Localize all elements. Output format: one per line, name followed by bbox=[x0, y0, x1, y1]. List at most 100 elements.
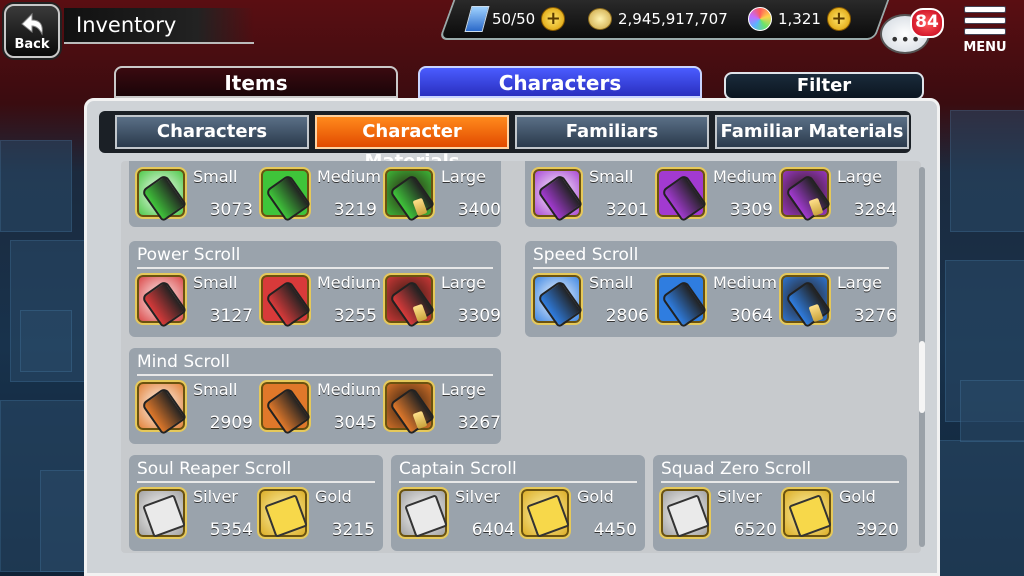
scroll-icon bbox=[135, 380, 188, 436]
material-group-green: Small 3073 Medium 3219 Large 3400 bbox=[129, 161, 501, 227]
item-quantity: 3309 bbox=[729, 200, 773, 220]
scroll-icon bbox=[135, 273, 188, 329]
scroll-icon bbox=[655, 167, 708, 223]
spirit-orb-icon bbox=[748, 7, 772, 31]
item-quantity: 3219 bbox=[333, 200, 377, 220]
scroll-icon bbox=[259, 273, 312, 329]
item-size-label: Large bbox=[441, 273, 487, 292]
scroll-icon bbox=[531, 167, 584, 223]
material-item[interactable]: Small 3201 bbox=[531, 167, 655, 227]
subtab-familiars[interactable]: Familiars bbox=[515, 115, 709, 149]
scrollbar-thumb[interactable] bbox=[919, 341, 925, 413]
stamina-resource: 50/50 + bbox=[464, 6, 566, 32]
item-size-label: Large bbox=[441, 167, 487, 186]
material-item[interactable]: Silver 5354 bbox=[135, 487, 259, 547]
scroll-icon bbox=[779, 167, 832, 223]
silver-scroll-icon bbox=[659, 487, 711, 539]
materials-list[interactable]: Small 3073 Medium 3219 Large 3400 Small 3201 Med… bbox=[121, 161, 921, 553]
material-item[interactable]: Small 3127 bbox=[135, 273, 259, 333]
item-quantity: 2806 bbox=[605, 306, 649, 326]
material-item[interactable]: Small 2909 bbox=[135, 380, 259, 440]
material-item[interactable]: Large 3309 bbox=[383, 273, 507, 333]
gold-scroll-icon bbox=[257, 487, 309, 539]
material-item[interactable]: Medium 3045 bbox=[259, 380, 383, 440]
material-group-squad: Squad Zero Scroll Silver 6520 Gold 3920 bbox=[653, 455, 907, 551]
item-size-label: Gold bbox=[839, 487, 876, 506]
item-size-label: Silver bbox=[193, 487, 238, 506]
scroll-icon bbox=[259, 380, 312, 436]
scroll-icon bbox=[135, 167, 188, 223]
item-quantity: 3073 bbox=[209, 200, 253, 220]
item-size-label: Medium bbox=[317, 167, 381, 186]
add-orbs-button[interactable]: + bbox=[826, 7, 851, 31]
item-quantity: 5354 bbox=[209, 520, 253, 540]
item-size-label: Medium bbox=[713, 167, 777, 186]
orbs-value: 1,321 bbox=[778, 10, 821, 28]
item-quantity: 3284 bbox=[853, 200, 897, 220]
notification-badge: 84 bbox=[910, 8, 944, 38]
item-quantity: 3215 bbox=[331, 520, 375, 540]
material-item[interactable]: Small 2806 bbox=[531, 273, 655, 333]
gold-scroll-icon bbox=[519, 487, 571, 539]
back-arrow-icon bbox=[21, 12, 43, 36]
material-item[interactable]: Medium 3219 bbox=[259, 167, 383, 227]
material-item[interactable]: Medium 3255 bbox=[259, 273, 383, 333]
material-group-speed: Speed Scroll Small 2806 Medium 3064 Large 3276 bbox=[525, 241, 897, 337]
subtab-character-materials[interactable]: Character Materials bbox=[315, 115, 509, 172]
material-item[interactable]: Silver 6404 bbox=[397, 487, 521, 547]
item-size-label: Medium bbox=[317, 273, 381, 292]
subtab-familiar-materials[interactable]: Familiar Materials bbox=[715, 115, 909, 149]
gold-scroll-icon bbox=[781, 487, 833, 539]
material-item[interactable]: Gold 3920 bbox=[781, 487, 905, 547]
item-quantity: 3267 bbox=[457, 413, 501, 433]
item-quantity: 3276 bbox=[853, 306, 897, 326]
chat-button[interactable]: ••• 84 bbox=[880, 8, 944, 54]
material-item[interactable]: Large 3284 bbox=[779, 167, 903, 227]
tab-characters[interactable]: Characters bbox=[418, 66, 702, 98]
scroll-icon bbox=[383, 380, 436, 436]
material-item[interactable]: Medium 3064 bbox=[655, 273, 779, 333]
group-title: Speed Scroll bbox=[533, 243, 889, 269]
item-quantity: 3045 bbox=[333, 413, 377, 433]
hamburger-icon bbox=[964, 6, 1006, 35]
scroll-icon bbox=[259, 167, 312, 223]
material-item[interactable]: Small 3073 bbox=[135, 167, 259, 227]
material-item[interactable]: Large 3400 bbox=[383, 167, 507, 227]
page-title: Inventory bbox=[76, 13, 177, 37]
material-item[interactable]: Large 3276 bbox=[779, 273, 903, 333]
scroll-icon bbox=[655, 273, 708, 329]
item-size-label: Gold bbox=[577, 487, 614, 506]
subtab-characters[interactable]: Characters bbox=[115, 115, 309, 149]
item-quantity: 2909 bbox=[209, 413, 253, 433]
silver-scroll-icon bbox=[397, 487, 449, 539]
menu-button[interactable]: MENU bbox=[960, 4, 1008, 58]
scroll-icon bbox=[383, 273, 436, 329]
item-quantity: 3920 bbox=[855, 520, 899, 540]
item-size-label: Silver bbox=[455, 487, 500, 506]
item-size-label: Silver bbox=[717, 487, 762, 506]
tab-items[interactable]: Items bbox=[114, 66, 398, 98]
item-quantity: 3255 bbox=[333, 306, 377, 326]
item-size-label: Medium bbox=[713, 273, 777, 292]
add-stamina-button[interactable]: + bbox=[541, 7, 566, 31]
item-size-label: Large bbox=[837, 167, 883, 186]
item-size-label: Small bbox=[193, 167, 238, 186]
material-item[interactable]: Gold 3215 bbox=[257, 487, 381, 547]
scroll-icon bbox=[779, 273, 832, 329]
scroll-icon bbox=[531, 273, 584, 329]
filter-button[interactable]: Filter bbox=[724, 72, 924, 100]
group-title: Mind Scroll bbox=[137, 350, 493, 376]
item-quantity: 6520 bbox=[733, 520, 777, 540]
item-size-label: Gold bbox=[315, 487, 352, 506]
material-item[interactable]: Large 3267 bbox=[383, 380, 507, 440]
title-plate: Inventory bbox=[64, 8, 254, 44]
back-button[interactable]: Back bbox=[4, 4, 60, 58]
group-title: Squad Zero Scroll bbox=[661, 457, 899, 483]
material-item[interactable]: Silver 6520 bbox=[659, 487, 783, 547]
material-item[interactable]: Gold 4450 bbox=[519, 487, 643, 547]
material-group-purple: Small 3201 Medium 3309 Large 3284 bbox=[525, 161, 897, 227]
item-size-label: Small bbox=[193, 273, 238, 292]
item-size-label: Small bbox=[589, 273, 634, 292]
item-quantity: 3309 bbox=[457, 306, 501, 326]
material-item[interactable]: Medium 3309 bbox=[655, 167, 779, 227]
